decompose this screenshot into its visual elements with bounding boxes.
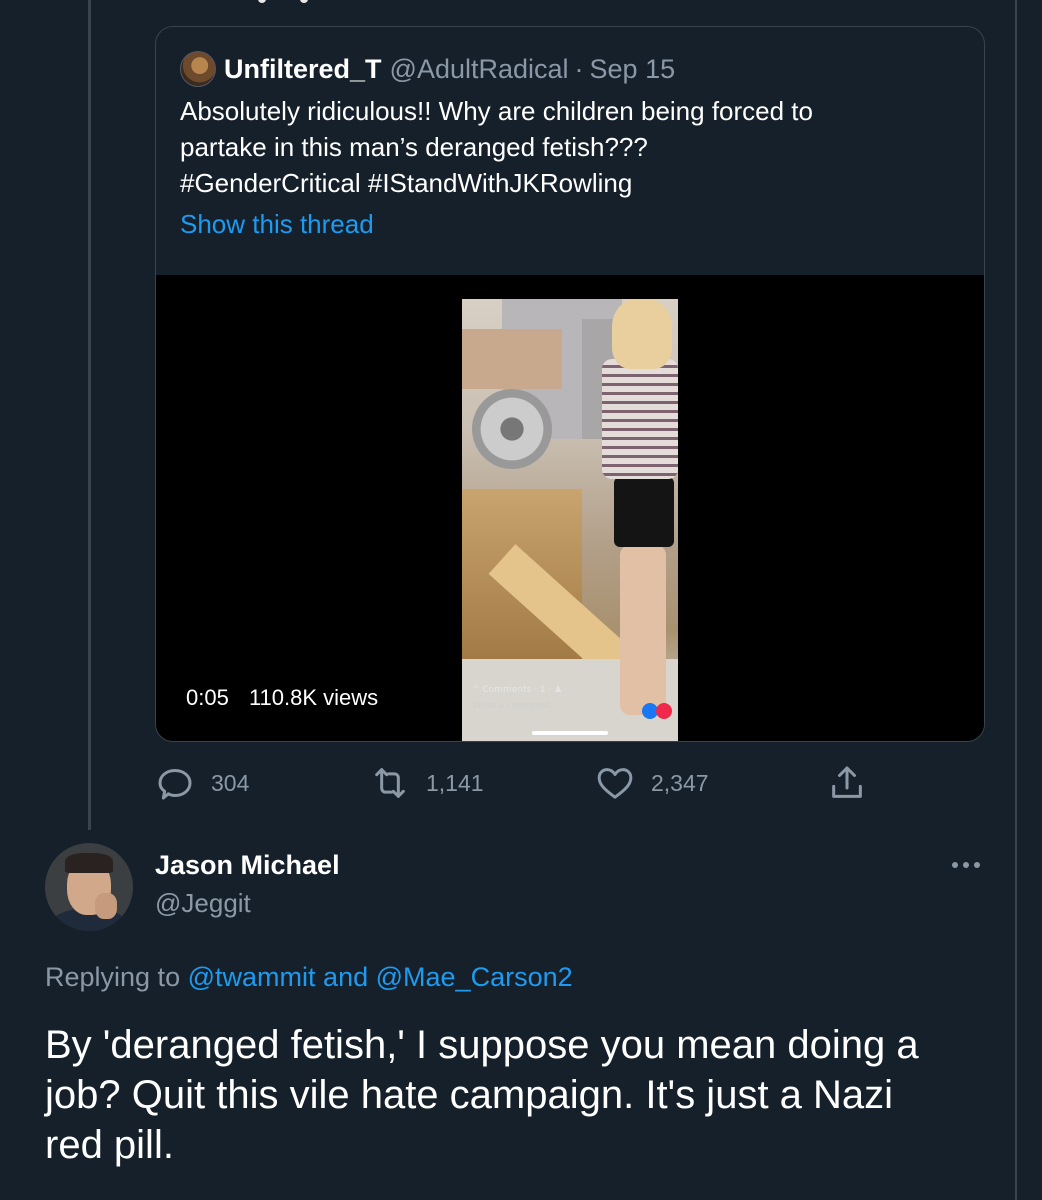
more-options-icon[interactable]	[948, 852, 984, 878]
person-image	[592, 299, 678, 715]
heart-icon	[597, 768, 633, 799]
timeline-border	[1015, 0, 1017, 1200]
quoted-text-line: Absolutely ridiculous!! Why are children…	[180, 96, 813, 126]
retweet-button[interactable]: 1,141	[370, 762, 484, 804]
replying-to-line: Replying to @twammit and @Mae_Carson2	[45, 962, 573, 993]
previous-tweet-fragment	[258, 0, 368, 4]
reply-count: 304	[211, 769, 250, 796]
tweet-text: By 'deranged fetish,' I suppose you mean…	[45, 1020, 995, 1170]
like-button[interactable]: 2,347	[595, 762, 709, 804]
quoted-author-avatar[interactable]	[180, 51, 216, 87]
tweet-text-line: red pill.	[45, 1123, 174, 1167]
share-icon	[832, 766, 862, 798]
show-thread-link[interactable]: Show this thread	[180, 209, 374, 240]
quoted-author-handle[interactable]: @AdultRadical	[390, 54, 569, 85]
video-duration: 0:05	[186, 685, 229, 710]
header-separator: ·	[574, 53, 584, 84]
tweet-action-bar: 304 1,141 2,347	[155, 762, 875, 804]
quoted-text-line: #GenderCritical #IStandWithJKRowling	[180, 168, 633, 198]
author-name[interactable]: Jason Michael	[155, 850, 340, 881]
quoted-text-line: partake in this man’s deranged fetish???	[180, 132, 648, 162]
video-stats: 0:05 110.8K views	[186, 685, 392, 711]
quoted-tweet-text: Absolutely ridiculous!! Why are children…	[180, 93, 960, 201]
mention-link[interactable]: @Mae_Carson2	[376, 962, 573, 992]
quoted-tweet-card[interactable]: Unfiltered_T @AdultRadical · Sep 15 Abso…	[155, 26, 985, 742]
tweet-text-line: job? Quit this vile hate campaign. It's …	[45, 1073, 894, 1117]
love-reaction-icon	[656, 703, 672, 719]
retweet-icon	[375, 768, 405, 798]
video-frame: ^ Comments · 1 · ♟ Write a comment...	[462, 299, 678, 741]
reply-button[interactable]: 304	[155, 762, 249, 804]
mention-joiner: and	[323, 962, 369, 992]
video-views: 110.8K views	[248, 685, 379, 710]
quoted-tweet-date[interactable]: Sep 15	[590, 54, 676, 85]
replying-prefix: Replying to	[45, 962, 181, 992]
author-avatar[interactable]	[45, 843, 133, 931]
home-indicator	[532, 731, 608, 735]
share-button[interactable]	[827, 762, 883, 804]
video-player[interactable]: ^ Comments · 1 · ♟ Write a comment... 0:…	[156, 275, 984, 741]
like-count: 2,347	[651, 769, 709, 796]
author-handle[interactable]: @Jeggit	[155, 888, 251, 919]
reply-icon	[158, 769, 192, 800]
quoted-author-name[interactable]: Unfiltered_T	[224, 54, 382, 85]
miter-saw-image	[472, 389, 552, 469]
video-overlay-comments: ^ Comments · 1 · ♟	[472, 685, 563, 695]
quoted-tweet-header: Unfiltered_T @AdultRadical · Sep 15	[180, 51, 675, 87]
mention-link[interactable]: @twammit	[188, 962, 316, 992]
tweet-text-line: By 'deranged fetish,' I suppose you mean…	[45, 1023, 919, 1067]
video-overlay-comment-input: Write a comment...	[472, 701, 559, 711]
thread-connector-line	[88, 0, 91, 830]
retweet-count: 1,141	[426, 769, 484, 796]
